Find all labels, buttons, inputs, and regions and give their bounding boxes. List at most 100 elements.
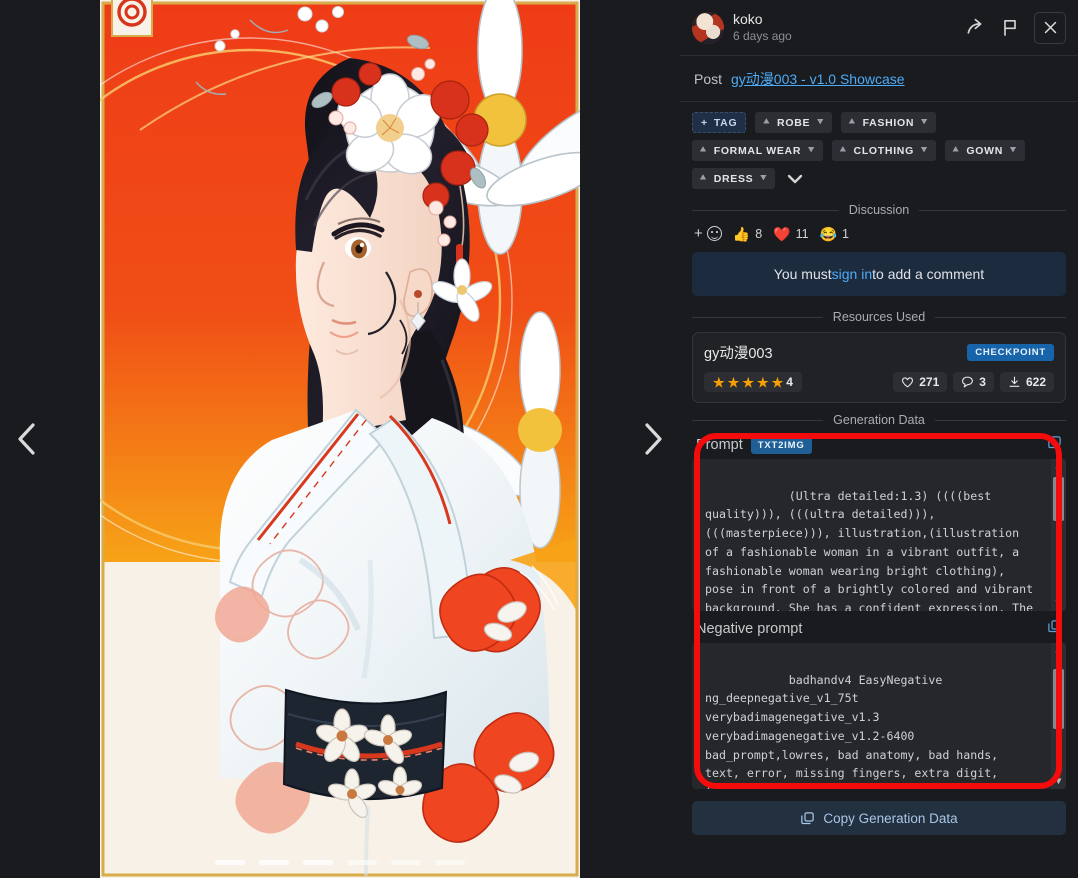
carousel-dash[interactable] bbox=[303, 860, 333, 865]
reaction-bar: + 👍 8 ❤️ 11 😂 1 bbox=[680, 221, 1078, 250]
carousel-dash[interactable] bbox=[435, 860, 465, 865]
likes-pill[interactable]: 271 bbox=[893, 372, 948, 392]
tag-label: ROBE bbox=[777, 116, 811, 129]
close-button[interactable] bbox=[1034, 11, 1066, 44]
carousel-dash[interactable] bbox=[347, 860, 377, 865]
image-detail-modal: koko 6 days ago Post gy动漫003 - v1.0 Show… bbox=[0, 0, 1078, 878]
signin-link[interactable]: sign in bbox=[832, 266, 872, 282]
tag-chip[interactable]: ⯅ FASHION ⯆ bbox=[840, 112, 936, 133]
reaction-joy[interactable]: 😂 1 bbox=[820, 227, 849, 241]
carousel-dash[interactable] bbox=[259, 860, 289, 865]
download-icon bbox=[1009, 376, 1020, 387]
signin-suffix: to add a comment bbox=[872, 266, 985, 282]
negative-prompt-text: badhandv4 EasyNegative ng_deepnegative_v… bbox=[705, 672, 999, 789]
reaction-thumbs-up[interactable]: 👍 8 bbox=[733, 227, 762, 241]
upvote-arrow-icon[interactable]: ⯅ bbox=[952, 145, 961, 156]
txt2img-badge: TXT2IMG bbox=[750, 436, 812, 454]
resource-card[interactable]: gy动漫003 CHECKPOINT ★ ★ ★ ★ ★ 4 271 3 622 bbox=[692, 332, 1066, 403]
upvote-arrow-icon[interactable]: ⯅ bbox=[762, 117, 771, 128]
signin-prompt[interactable]: You must sign in to add a comment bbox=[692, 252, 1066, 296]
upvote-arrow-icon[interactable]: ⯅ bbox=[699, 173, 708, 184]
copy-negative-prompt-button[interactable] bbox=[1047, 619, 1062, 639]
heart-icon: ❤️ bbox=[773, 225, 791, 242]
carousel-dash[interactable] bbox=[215, 860, 245, 865]
tag-label: CLOTHING bbox=[853, 144, 914, 157]
tag-chip[interactable]: ⯅ FORMAL WEAR ⯆ bbox=[692, 140, 823, 161]
plus-icon: + bbox=[694, 225, 703, 242]
star-icon: ★ bbox=[771, 374, 784, 390]
negative-prompt-textbox[interactable]: badhandv4 EasyNegative ng_deepnegative_v… bbox=[692, 643, 1066, 789]
previous-image-button[interactable] bbox=[6, 413, 48, 465]
tag-chip[interactable]: ⯅ DRESS ⯆ bbox=[692, 168, 776, 189]
resource-name[interactable]: gy动漫003 bbox=[704, 342, 773, 363]
thumbs-up-icon: 👍 bbox=[732, 225, 751, 242]
image-viewer bbox=[0, 0, 680, 878]
reaction-count: 8 bbox=[755, 226, 763, 241]
downvote-arrow-icon[interactable]: ⯆ bbox=[920, 117, 929, 128]
copy-icon bbox=[1048, 436, 1061, 449]
generation-section-label: Generation Data bbox=[680, 413, 1078, 427]
tag-chip[interactable]: ⯅ CLOTHING ⯆ bbox=[831, 140, 936, 161]
downvote-arrow-icon[interactable]: ⯆ bbox=[1009, 145, 1018, 156]
downloads-pill[interactable]: 622 bbox=[999, 372, 1054, 392]
show-more-tags-button[interactable] bbox=[784, 168, 806, 189]
likes-count: 271 bbox=[919, 375, 940, 389]
downvote-arrow-icon[interactable]: ⯆ bbox=[759, 173, 768, 184]
header-actions bbox=[962, 11, 1066, 44]
next-image-button[interactable] bbox=[632, 413, 674, 465]
generation-data-block: Prompt TXT2IMG (Ultra detailed:1.3) ((((… bbox=[692, 433, 1066, 789]
post-label: Post bbox=[694, 70, 723, 87]
heart-outline-icon bbox=[902, 377, 914, 388]
tag-label: DRESS bbox=[713, 172, 754, 185]
scroll-up-icon[interactable]: ▲ bbox=[1055, 645, 1061, 655]
reaction-count: 1 bbox=[842, 226, 849, 241]
scrollbar-thumb[interactable] bbox=[1053, 477, 1064, 521]
scroll-down-icon[interactable]: ▼ bbox=[1055, 777, 1061, 787]
resource-card-top: gy动漫003 CHECKPOINT bbox=[704, 342, 1054, 363]
share-button[interactable] bbox=[962, 16, 986, 40]
add-tag-label: TAG bbox=[713, 116, 738, 129]
upvote-arrow-icon[interactable]: ⯅ bbox=[848, 117, 857, 128]
copy-generation-data-button[interactable]: Copy Generation Data bbox=[692, 801, 1066, 835]
upvote-arrow-icon[interactable]: ⯅ bbox=[839, 145, 848, 156]
downvote-arrow-icon[interactable]: ⯆ bbox=[816, 117, 825, 128]
rating-pill[interactable]: ★ ★ ★ ★ ★ 4 bbox=[704, 372, 802, 392]
scroll-down-icon[interactable]: ▼ bbox=[1055, 599, 1061, 609]
post-link[interactable]: gy动漫003 - v1.0 Showcase bbox=[731, 69, 905, 89]
scroll-up-icon[interactable]: ▲ bbox=[1055, 461, 1061, 471]
chevron-left-icon bbox=[18, 423, 35, 455]
tag-chip[interactable]: ⯅ GOWN ⯆ bbox=[944, 140, 1025, 161]
prompt-field: Prompt TXT2IMG (Ultra detailed:1.3) ((((… bbox=[692, 433, 1066, 611]
prompt-header: Prompt TXT2IMG bbox=[692, 433, 1066, 459]
stat-group: 271 3 622 bbox=[893, 372, 1054, 392]
avatar[interactable] bbox=[692, 11, 724, 44]
copy-prompt-button[interactable] bbox=[1047, 435, 1062, 455]
tag-chip[interactable]: ⯅ ROBE ⯆ bbox=[755, 112, 832, 133]
username[interactable]: koko bbox=[733, 11, 792, 29]
upvote-arrow-icon[interactable]: ⯅ bbox=[699, 145, 708, 156]
add-tag-button[interactable]: + TAG bbox=[692, 112, 747, 133]
comments-count: 3 bbox=[979, 375, 986, 389]
downvote-arrow-icon[interactable]: ⯆ bbox=[920, 145, 929, 156]
comments-pill[interactable]: 3 bbox=[953, 372, 994, 392]
report-button[interactable] bbox=[998, 16, 1022, 40]
scrollbar-thumb[interactable] bbox=[1053, 669, 1064, 729]
add-reaction-button[interactable]: + bbox=[694, 225, 722, 242]
prompt-scrollbar[interactable]: ▲ ▼ bbox=[1051, 459, 1066, 611]
prompt-textbox[interactable]: (Ultra detailed:1.3) ((((best quality)))… bbox=[692, 459, 1066, 611]
downvote-arrow-icon[interactable]: ⯆ bbox=[807, 145, 816, 156]
negative-prompt-scrollbar[interactable]: ▲ ▼ bbox=[1051, 643, 1066, 789]
resource-type-badge: CHECKPOINT bbox=[967, 344, 1054, 361]
flag-icon bbox=[1004, 20, 1016, 36]
reaction-heart[interactable]: ❤️ 11 bbox=[773, 227, 808, 241]
post-timestamp: 6 days ago bbox=[733, 28, 792, 43]
resources-section-label: Resources Used bbox=[680, 310, 1078, 324]
carousel-dash[interactable] bbox=[391, 860, 421, 865]
carousel-indicators[interactable] bbox=[100, 860, 580, 865]
negative-prompt-title: Negative prompt bbox=[696, 621, 803, 637]
tag-label: FASHION bbox=[862, 116, 915, 129]
post-image[interactable] bbox=[100, 0, 580, 878]
chevron-down-icon bbox=[787, 174, 803, 183]
reaction-count: 11 bbox=[795, 226, 809, 241]
negative-prompt-field: Negative prompt badhandv4 EasyNegative n… bbox=[692, 617, 1066, 789]
